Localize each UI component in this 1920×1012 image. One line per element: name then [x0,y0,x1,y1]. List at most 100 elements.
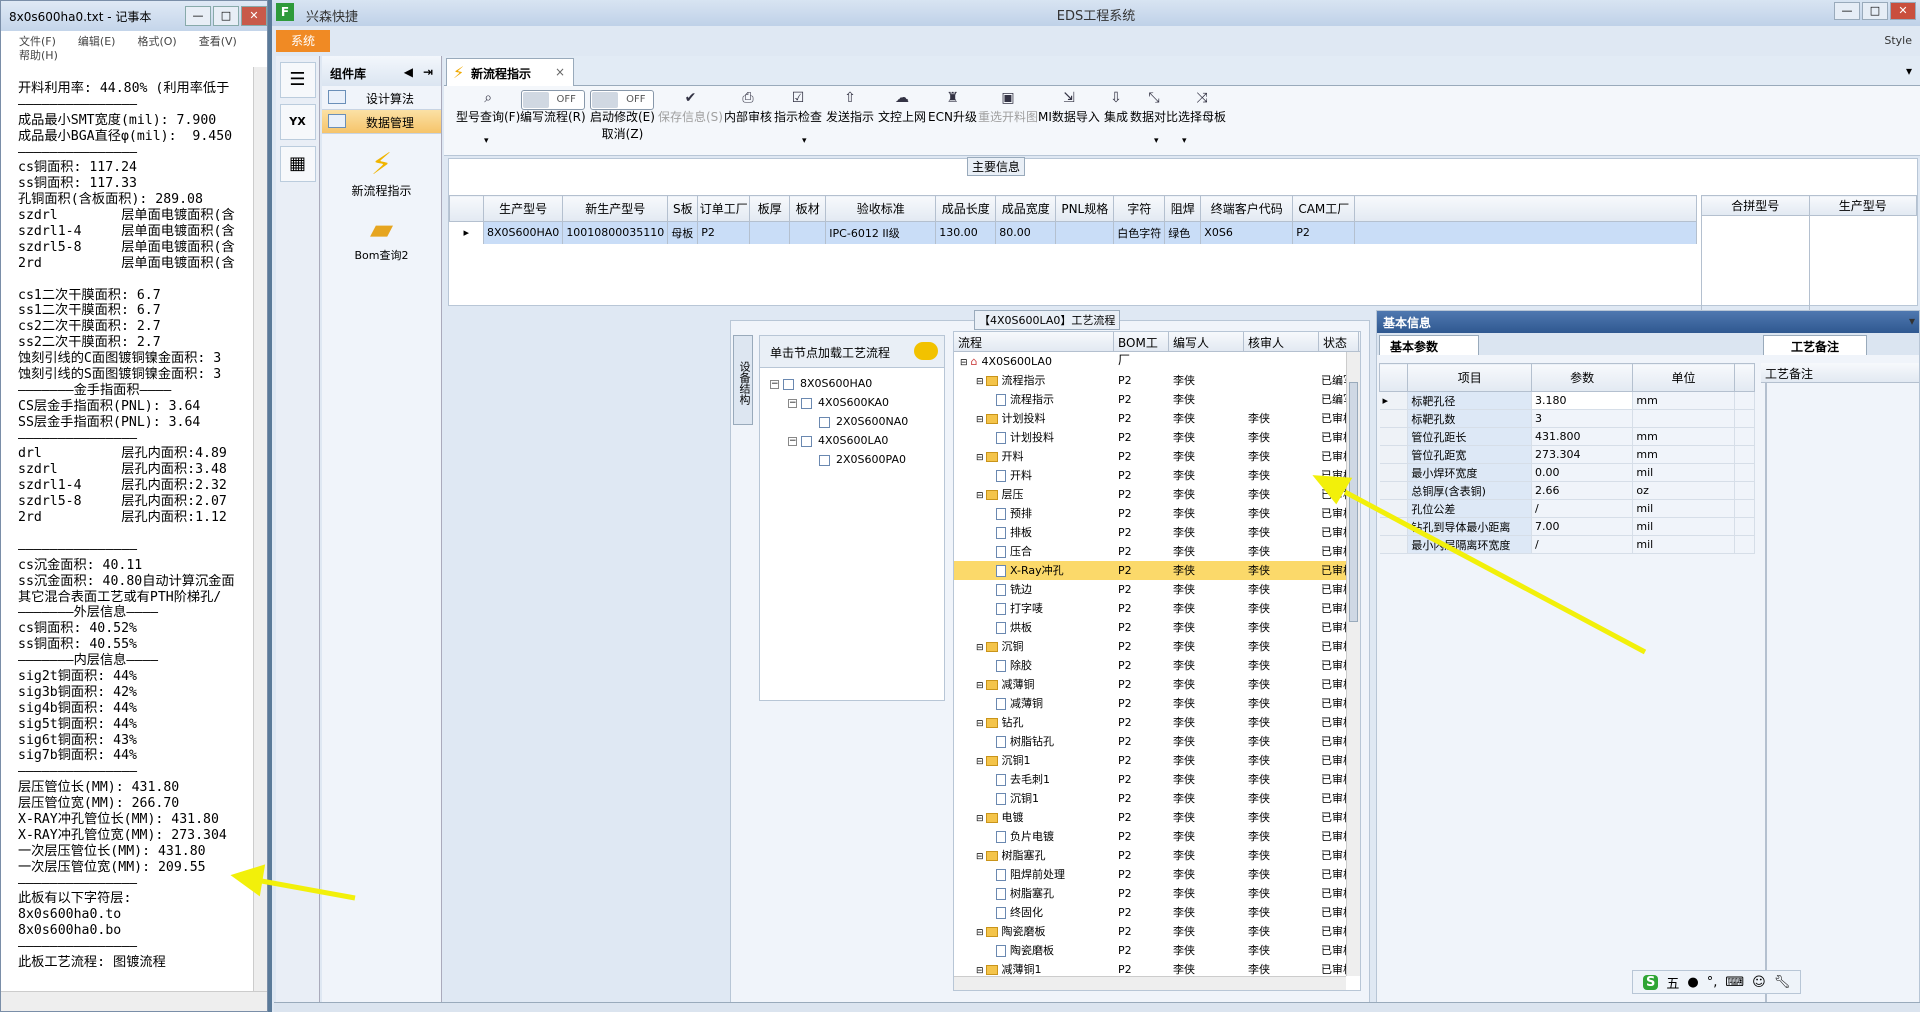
tree-node[interactable]: 2X0S600NA0 [760,412,944,431]
param-col-value[interactable]: 参数 [1531,363,1634,392]
toolbar-button-8[interactable]: ♜ ECN升级 [928,88,977,125]
keyboard-icon[interactable]: ⌨ [1725,975,1744,990]
col-header[interactable]: 字符 [1113,195,1166,222]
notepad-titlebar[interactable]: 8x0s600ha0.txt - 记事本 — □ ✕ [1,1,267,31]
col-writer[interactable]: 编写人 [1169,332,1244,351]
close-tab-icon[interactable]: × [555,65,565,79]
expand-icon[interactable]: ⊟ [976,377,984,387]
cell[interactable]: X0S6 [1200,221,1294,244]
moon-icon[interactable]: ● [1687,975,1698,990]
flow-row[interactable]: ⊟ 层压 P2 李侠 李侠 已审核 [954,485,1360,504]
vertical-tab-structure[interactable]: 设备结构 [733,335,753,425]
minimize-button[interactable]: — [1834,2,1860,20]
param-value[interactable]: 3 [1531,409,1634,428]
expand-icon[interactable]: ⊟ [976,453,984,463]
horizontal-scrollbar[interactable] [1,991,267,1011]
toolbar-button-3[interactable]: ✔ 保存信息(S) [658,88,723,125]
flow-root-row[interactable]: ⊟ ⌂ 4X0S600LA0 [954,352,1360,371]
close-button[interactable]: ✕ [241,6,267,26]
toolbar-button-4[interactable]: ⎙ 内部审核 [724,88,772,125]
ime-toolbar[interactable]: S 五 ● °, ⌨ ☺ 🔧︎ [1632,970,1802,994]
calculator-icon[interactable]: ▦ [279,146,316,182]
checkbox[interactable] [801,435,812,447]
toolbar-button-1[interactable]: OFF 编写流程(R) [520,88,586,125]
flow-row[interactable]: 开料 P2 李侠 李侠 已审核 [954,466,1360,485]
flow-row[interactable]: ⊟ 减薄铜 P2 李侠 李侠 已审核 [954,675,1360,694]
flow-row[interactable]: ⊟ 开料 P2 李侠 李侠 已审核 [954,447,1360,466]
maximize-button[interactable]: □ [213,6,239,26]
param-row[interactable]: 标靶孔数 3 [1379,409,1756,428]
toolbar-button-7[interactable]: ☁ 文控上网 [878,88,926,125]
cell[interactable] [1055,221,1115,244]
menu-icon[interactable]: ☰ [279,62,316,98]
style-menu[interactable]: Style [1884,34,1912,47]
flow-row[interactable]: ⊟ 电镀 P2 李侠 李侠 已审核 [954,808,1360,827]
maximize-button[interactable]: □ [1862,2,1888,20]
user-icon[interactable]: ☺ [1752,975,1766,990]
lib-category-design[interactable]: 设计算法 [322,86,441,110]
flow-row[interactable]: ⊟ 沉铜1 P2 李侠 李侠 已审核 [954,751,1360,770]
col-status[interactable]: 状态 [1319,332,1359,351]
chevron-down-icon[interactable]: ▾ [484,136,489,146]
flow-row[interactable]: 树脂钻孔 P2 李侠 李侠 已审核 [954,732,1360,751]
merge-header-model[interactable]: 合拼型号 [1701,195,1810,216]
vertical-scrollbar[interactable] [1346,352,1360,976]
flow-row[interactable]: 压合 P2 李侠 李侠 已审核 [954,542,1360,561]
flow-row[interactable]: 排板 P2 李侠 李侠 已审核 [954,523,1360,542]
flow-row[interactable]: ⊟ 沉铜 P2 李侠 李侠 已审核 [954,637,1360,656]
flow-row[interactable]: 计划投料 P2 李侠 李侠 已审核 [954,428,1360,447]
flow-row[interactable]: 陶瓷磨板 P2 李侠 李侠 已审核 [954,941,1360,960]
flow-row[interactable]: X-Ray冲孔 P2 李侠 李侠 已审核 [954,561,1360,580]
table-row[interactable]: ▸ 8X0S600HA0 10010800035110 母板 P2 IPC-6012 II… [449,221,1697,244]
param-col-unit[interactable]: 单位 [1632,363,1735,392]
vertical-scrollbar[interactable] [253,67,267,991]
lib-item-new-flow[interactable]: ⚡ 新流程指示 [322,148,441,199]
flow-row[interactable]: 去毛刺1 P2 李侠 李侠 已审核 [954,770,1360,789]
chevron-down-icon[interactable]: ▾ [1909,314,1915,328]
param-row[interactable]: 孔位公差 / mil [1379,499,1756,518]
expand-icon[interactable]: ⊟ [976,814,984,824]
param-row[interactable]: 管位孔距宽 273.304 mm [1379,445,1756,464]
toolbar-button-13[interactable]: ⤨ 选择母板 [1178,88,1226,125]
expand-icon[interactable]: ⊟ [976,966,984,976]
param-value[interactable]: 2.66 [1531,481,1634,500]
expand-icon[interactable]: ⊟ [976,719,984,729]
tree-node[interactable]: − 4X0S600LA0 [760,431,944,450]
menu-format[interactable]: 格式(O) [137,35,176,48]
flow-row[interactable]: ⊟ 树脂塞孔 P2 李侠 李侠 已审核 [954,846,1360,865]
param-value[interactable]: / [1531,535,1634,554]
cell[interactable]: 80.00 [995,221,1057,244]
cell[interactable]: 母板 [667,221,699,244]
col-header[interactable]: S板 [667,195,699,222]
flow-row[interactable]: 沉铜1 P2 李侠 李侠 已审核 [954,789,1360,808]
ime-mode[interactable]: 五 [1666,973,1679,992]
col-header[interactable]: 阻焊 [1164,195,1202,222]
comment-icon[interactable] [914,342,938,360]
flow-row[interactable]: 减薄铜 P2 李侠 李侠 已审核 [954,694,1360,713]
chevron-down-icon[interactable]: ▾ [1154,136,1159,146]
checkbox[interactable] [801,397,812,409]
flow-row[interactable]: 烘板 P2 李侠 李侠 已审核 [954,618,1360,637]
toolbar-button-6[interactable]: ⇧ 发送指示 [826,88,874,125]
flow-row[interactable]: ⊟ 钻孔 P2 李侠 李侠 已审核 [954,713,1360,732]
minimize-button[interactable]: — [185,6,211,26]
col-header[interactable]: 终端客户代码 [1200,195,1294,222]
tab-basic-params[interactable]: 基本参数 [1379,335,1479,355]
toolbar-button-5[interactable]: ☑ 指示检查 [774,88,822,125]
notepad-text-area[interactable]: 开料利用率: 44.80% (利用率低于 ——————————————— 成品最小S… [1,67,253,991]
toolbar-button-12[interactable]: ⤡ 数据对比 [1130,88,1178,125]
flow-row[interactable]: 预排 P2 李侠 李侠 已审核 [954,504,1360,523]
yx-module-icon[interactable]: YX [279,104,316,140]
param-value[interactable]: 3.180 [1531,391,1634,410]
expand-icon[interactable]: ⊟ [976,757,984,767]
flow-row[interactable]: 负片电镀 P2 李侠 李侠 已审核 [954,827,1360,846]
param-value[interactable]: 0.00 [1531,463,1634,482]
param-value[interactable]: 273.304 [1531,445,1634,464]
param-value[interactable]: / [1531,499,1634,518]
col-header[interactable]: 生产型号 [482,195,564,222]
chevron-down-icon[interactable]: ▾ [802,136,807,146]
col-bom[interactable]: BOM工厂 [1114,332,1169,367]
col-header[interactable]: 验收标准 [825,195,937,222]
cell[interactable]: 130.00 [935,221,997,244]
checkbox[interactable] [819,416,830,428]
